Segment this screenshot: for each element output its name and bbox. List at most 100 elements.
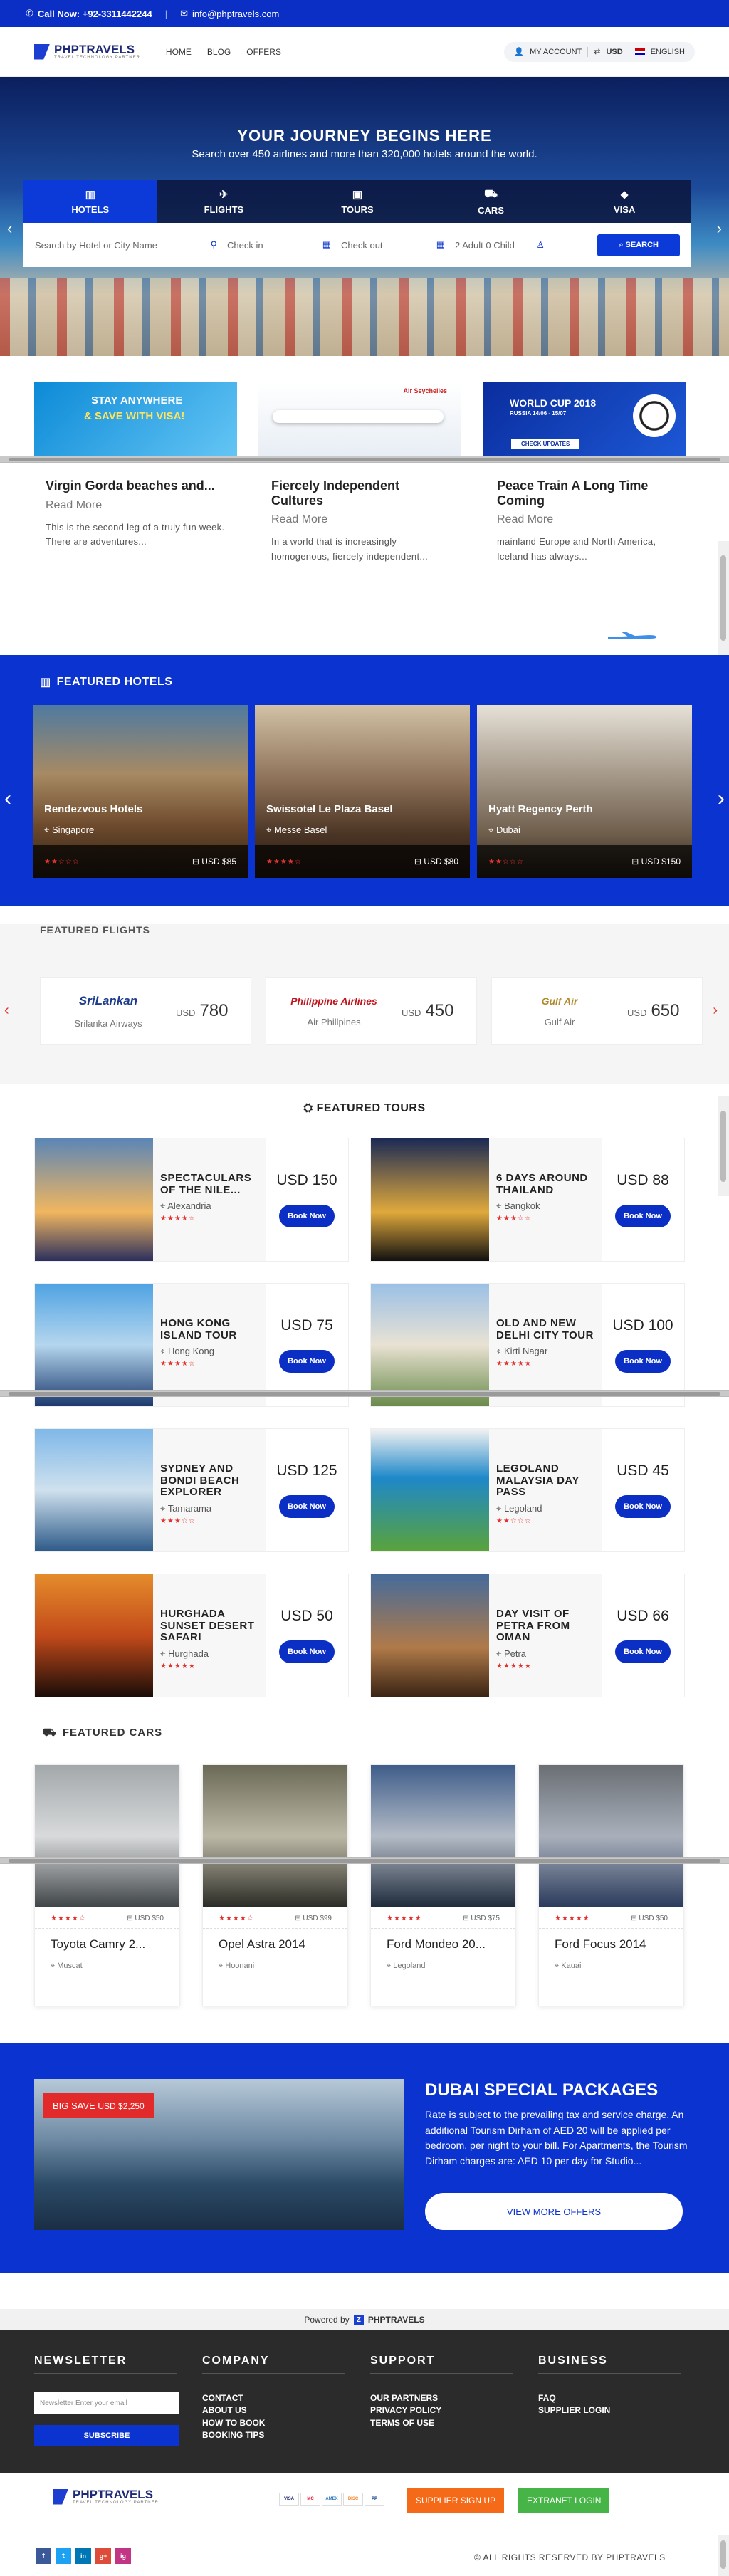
- tour-image[interactable]: [35, 1284, 153, 1406]
- tour-image[interactable]: [371, 1429, 489, 1551]
- book-now-button[interactable]: Book Now: [279, 1495, 335, 1518]
- blog-title[interactable]: Fiercely Independent Cultures: [271, 478, 454, 508]
- currency-dropdown[interactable]: USD: [606, 48, 622, 56]
- my-account-dropdown[interactable]: MY ACCOUNT: [530, 48, 582, 56]
- hotel-card[interactable]: Hyatt Regency Perth ⌖ Dubai ★★☆☆☆ ⊟ USD $…: [477, 705, 692, 878]
- hero-prev-arrow-icon[interactable]: ‹: [7, 219, 12, 238]
- linkedin-icon[interactable]: in: [75, 2548, 91, 2564]
- world-cup-banner[interactable]: WORLD CUP 2018 RUSSIA 14/06 - 15/07 CHEC…: [483, 382, 686, 460]
- view-more-offers-button[interactable]: VIEW MORE OFFERS: [425, 2193, 683, 2230]
- car-image[interactable]: [203, 1765, 347, 1907]
- car-image[interactable]: [371, 1765, 515, 1907]
- supplier-signup-button[interactable]: SUPPLIER SIGN UP: [407, 2488, 505, 2513]
- tab-flights[interactable]: ✈ FLIGHTS: [157, 180, 291, 223]
- tour-card[interactable]: 6 DAYS AROUND THAILAND ⌖ Bangkok ★★★☆☆ USD …: [370, 1138, 685, 1262]
- language-dropdown[interactable]: ENGLISH: [651, 48, 685, 56]
- search-button[interactable]: ⌕ SEARCH: [597, 234, 680, 256]
- book-now-button[interactable]: Book Now: [615, 1205, 671, 1227]
- footer-link[interactable]: FAQ: [538, 2392, 681, 2404]
- car-name[interactable]: Opel Astra 2014: [203, 1929, 347, 1952]
- footer-logo[interactable]: PHPTRAVELS TRAVEL TECHNOLOGY PARTNER: [53, 2488, 159, 2505]
- tour-card[interactable]: HONG KONG ISLAND TOUR ⌖ Hong Kong ★★★★☆ USD…: [34, 1283, 349, 1407]
- book-now-button[interactable]: Book Now: [279, 1205, 335, 1227]
- tour-image[interactable]: [35, 1574, 153, 1697]
- tour-card[interactable]: SPECTACULARS OF THE NILE... ⌖ Alexandria ★…: [34, 1138, 349, 1262]
- tour-name[interactable]: LEGOLAND MALAYSIA DAY PASS: [496, 1462, 602, 1499]
- tour-name[interactable]: HONG KONG ISLAND TOUR: [160, 1317, 266, 1341]
- tour-card[interactable]: DAY VISIT OF PETRA FROM OMAN ⌖ Petra ★★★★★…: [370, 1574, 685, 1697]
- flight-card[interactable]: Philippine Airlines Air Phillpines USD 450: [266, 977, 477, 1045]
- blog-card[interactable]: Virgin Gorda beaches and... Read More Th…: [46, 478, 229, 564]
- hero-next-arrow-icon[interactable]: ›: [717, 219, 722, 238]
- tour-image[interactable]: [35, 1138, 153, 1261]
- checkin-input[interactable]: Check in ▦: [227, 239, 341, 251]
- footer-link[interactable]: PRIVACY POLICY: [370, 2404, 513, 2417]
- tab-visa[interactable]: ⬥ VISA: [557, 180, 691, 223]
- email-link[interactable]: ✉ info@phptravels.com: [180, 8, 279, 19]
- car-name[interactable]: Ford Focus 2014: [539, 1929, 683, 1952]
- hotel-card[interactable]: Rendezvous Hotels ⌖ Singapore ★★☆☆☆ ⊟ USD…: [33, 705, 248, 878]
- read-more-link[interactable]: Read More: [497, 513, 680, 526]
- blog-title[interactable]: Peace Train A Long Time Coming: [497, 478, 680, 508]
- newsletter-email-input[interactable]: Newsletter Enter your email: [34, 2392, 179, 2414]
- nav-offers[interactable]: OFFERS: [246, 47, 281, 57]
- instagram-icon[interactable]: ig: [115, 2548, 131, 2564]
- extranet-login-button[interactable]: EXTRANET LOGIN: [518, 2488, 610, 2513]
- footer-link[interactable]: TERMS OF USE: [370, 2417, 513, 2429]
- read-more-link[interactable]: Read More: [271, 513, 454, 526]
- car-card[interactable]: ★★★★★ ⊟ USD $50 Ford Focus 2014 ⌖ Kauai: [538, 1764, 684, 2006]
- book-now-button[interactable]: Book Now: [279, 1350, 335, 1373]
- tab-tours[interactable]: ▣ TOURS: [290, 180, 424, 223]
- blog-title[interactable]: Virgin Gorda beaches and...: [46, 478, 229, 493]
- car-name[interactable]: Ford Mondeo 20...: [371, 1929, 515, 1952]
- tour-name[interactable]: SPECTACULARS OF THE NILE...: [160, 1172, 266, 1196]
- tab-cars[interactable]: ⛟ CARS: [424, 180, 558, 223]
- tour-name[interactable]: DAY VISIT OF PETRA FROM OMAN: [496, 1608, 602, 1644]
- subscribe-button[interactable]: SUBSCRIBE: [34, 2425, 179, 2446]
- footer-link[interactable]: HOW TO BOOK: [202, 2417, 345, 2429]
- horizontal-scrollbar[interactable]: [0, 456, 729, 463]
- tour-name[interactable]: 6 DAYS AROUND THAILAND: [496, 1172, 602, 1196]
- hotels-next-arrow-icon[interactable]: ›: [718, 787, 725, 811]
- horizontal-scrollbar[interactable]: [0, 1857, 729, 1864]
- book-now-button[interactable]: Book Now: [279, 1640, 335, 1663]
- car-card[interactable]: ★★★★☆ ⊟ USD $99 Opel Astra 2014 ⌖ Hoonani: [202, 1764, 348, 2006]
- flights-next-arrow-icon[interactable]: ›: [713, 1002, 718, 1019]
- tour-image[interactable]: [371, 1138, 489, 1261]
- blog-card[interactable]: Fiercely Independent Cultures Read More …: [271, 478, 454, 564]
- tour-name[interactable]: OLD AND NEW DELHI CITY TOUR: [496, 1317, 602, 1341]
- tour-card[interactable]: LEGOLAND MALAYSIA DAY PASS ⌖ Legoland ★★☆☆…: [370, 1428, 685, 1552]
- tab-hotels[interactable]: ▥ HOTELS: [23, 180, 157, 223]
- car-image[interactable]: [539, 1765, 683, 1907]
- tour-card[interactable]: OLD AND NEW DELHI CITY TOUR ⌖ Kirti Nagar…: [370, 1283, 685, 1407]
- flight-card[interactable]: Gulf Air Gulf Air USD 650: [491, 977, 703, 1045]
- book-now-button[interactable]: Book Now: [615, 1495, 671, 1518]
- nav-home[interactable]: HOME: [166, 47, 192, 57]
- google-plus-icon[interactable]: g+: [95, 2548, 111, 2564]
- visa-banner[interactable]: STAY ANYWHERE & SAVE WITH VISA!: [34, 382, 237, 460]
- car-image[interactable]: [35, 1765, 179, 1907]
- facebook-icon[interactable]: f: [36, 2548, 51, 2564]
- tour-image[interactable]: [35, 1429, 153, 1551]
- book-now-button[interactable]: Book Now: [615, 1640, 671, 1663]
- car-card[interactable]: ★★★★☆ ⊟ USD $50 Toyota Camry 2... ⌖ Muscat: [34, 1764, 180, 2006]
- tour-image[interactable]: [371, 1574, 489, 1697]
- flight-card[interactable]: SriLankan Srilanka Airways USD 780: [40, 977, 251, 1045]
- twitter-icon[interactable]: t: [56, 2548, 71, 2564]
- tour-name[interactable]: HURGHADA SUNSET DESERT SAFARI: [160, 1608, 266, 1644]
- car-card[interactable]: ★★★★★ ⊟ USD $75 Ford Mondeo 20... ⌖ Legolan…: [370, 1764, 516, 2006]
- hotel-card[interactable]: Swissotel Le Plaza Basel ⌖ Messe Basel ★…: [255, 705, 470, 878]
- book-now-button[interactable]: Book Now: [615, 1350, 671, 1373]
- tour-card[interactable]: HURGHADA SUNSET DESERT SAFARI ⌖ Hurghada ★…: [34, 1574, 349, 1697]
- call-link[interactable]: ✆ Call Now: +92-3311442244: [26, 8, 152, 19]
- flights-prev-arrow-icon[interactable]: ‹: [4, 1002, 9, 1019]
- air-seychelles-banner[interactable]: Air Seychelles: [258, 382, 461, 460]
- blog-card[interactable]: Peace Train A Long Time Coming Read More…: [497, 478, 680, 564]
- footer-link[interactable]: BOOKING TIPS: [202, 2429, 345, 2441]
- checkout-input[interactable]: Check out ▦: [341, 239, 455, 251]
- tour-image[interactable]: [371, 1284, 489, 1406]
- footer-link[interactable]: ABOUT US: [202, 2404, 345, 2417]
- read-more-link[interactable]: Read More: [46, 499, 229, 512]
- tour-card[interactable]: SYDNEY AND BONDI BEACH EXPLORER ⌖ Tamaram…: [34, 1428, 349, 1552]
- footer-link[interactable]: SUPPLIER LOGIN: [538, 2404, 681, 2417]
